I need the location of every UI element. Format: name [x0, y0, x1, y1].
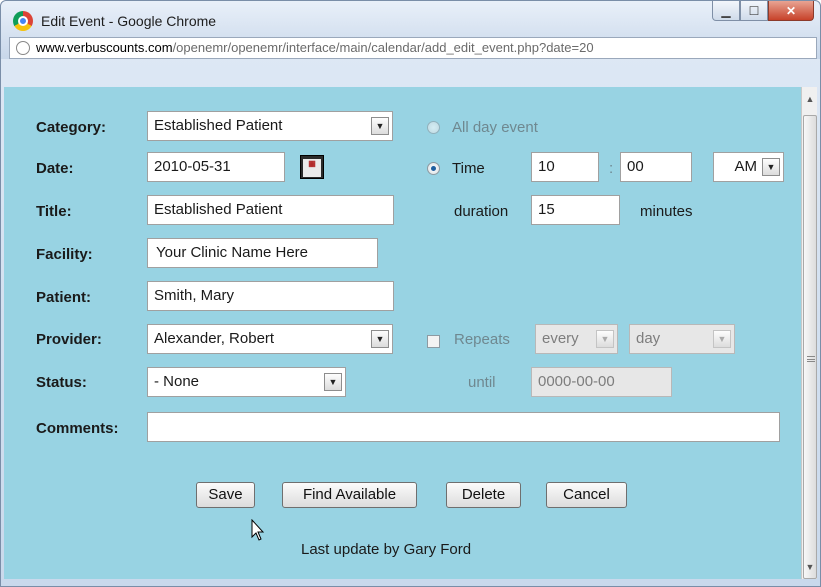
- chevron-down-icon: ▼: [713, 330, 731, 348]
- until-label: until: [468, 374, 496, 391]
- delete-button[interactable]: Delete: [446, 482, 521, 508]
- scroll-down-icon[interactable]: ▼: [802, 559, 818, 575]
- date-field[interactable]: 2010-05-31: [147, 152, 285, 182]
- facility-label: Facility:: [36, 246, 93, 263]
- status-label: Status:: [36, 374, 87, 391]
- duration-label: duration: [454, 203, 509, 220]
- duration-field[interactable]: 15: [531, 195, 620, 225]
- comments-label: Comments:: [36, 420, 119, 437]
- save-button[interactable]: Save: [196, 482, 255, 508]
- repeats-label: Repeats: [454, 331, 510, 348]
- chrome-logo-icon: [13, 11, 33, 31]
- vertical-scrollbar[interactable]: ▲ ▼: [801, 87, 817, 579]
- provider-select[interactable]: Alexander, Robert ▼: [147, 324, 393, 354]
- minimize-button[interactable]: ▁: [712, 1, 740, 21]
- chevron-down-icon: ▼: [324, 373, 342, 391]
- patient-label: Patient:: [36, 289, 92, 306]
- chevron-down-icon: ▼: [371, 330, 389, 348]
- provider-value: Alexander, Robert: [154, 330, 275, 347]
- chevron-down-icon: ▼: [762, 158, 780, 176]
- window-controls: ▁ ☐ ✕: [712, 1, 814, 23]
- last-update-text: Last update by Gary Ford: [301, 541, 472, 558]
- title-field[interactable]: Established Patient: [147, 195, 394, 225]
- category-select[interactable]: Established Patient ▼: [147, 111, 393, 141]
- event-form: Category: Established Patient ▼ All day …: [4, 87, 801, 579]
- date-label: Date:: [36, 160, 74, 177]
- time-separator: :: [609, 160, 614, 177]
- category-label: Category:: [36, 119, 107, 136]
- comments-field[interactable]: [147, 412, 780, 442]
- title-label: Title:: [36, 203, 72, 220]
- patient-field[interactable]: Smith, Mary: [147, 281, 394, 311]
- maximize-button[interactable]: ☐: [740, 1, 768, 21]
- calendar-icon[interactable]: ▦: [300, 155, 324, 179]
- title-bar: Edit Event - Google Chrome ▁ ☐ ✕ www.ver…: [1, 1, 820, 59]
- url-path: /openemr/openemr/interface/main/calendar…: [172, 40, 594, 55]
- address-bar[interactable]: www.verbuscounts.com/openemr/openemr/int…: [9, 37, 817, 59]
- provider-label: Provider:: [36, 331, 102, 348]
- url-host: www.verbuscounts.com: [36, 40, 173, 55]
- window-title: Edit Event - Google Chrome: [41, 13, 217, 29]
- close-button[interactable]: ✕: [768, 1, 814, 21]
- find-available-button[interactable]: Find Available: [282, 482, 417, 508]
- repeats-every-value: every: [542, 330, 579, 347]
- category-value: Established Patient: [154, 117, 283, 134]
- globe-icon: [16, 41, 30, 55]
- cancel-button[interactable]: Cancel: [546, 482, 627, 508]
- repeats-checkbox[interactable]: [427, 335, 440, 348]
- ampm-select[interactable]: AM ▼: [713, 152, 784, 182]
- chevron-down-icon: ▼: [371, 117, 389, 135]
- repeats-unit-select[interactable]: day ▼: [629, 324, 735, 354]
- all-day-label: All day event: [452, 119, 538, 136]
- hour-field[interactable]: 10: [531, 152, 599, 182]
- mouse-pointer-icon: [251, 519, 265, 541]
- repeats-unit-value: day: [636, 330, 661, 347]
- duration-unit: minutes: [640, 203, 693, 220]
- all-day-radio[interactable]: [427, 121, 440, 134]
- minute-field[interactable]: 00: [620, 152, 692, 182]
- status-value: - None: [154, 373, 200, 390]
- ampm-value: AM: [734, 158, 758, 175]
- chevron-down-icon: ▼: [596, 330, 614, 348]
- grip-icon: [807, 356, 815, 362]
- time-label: Time: [452, 160, 485, 177]
- status-select[interactable]: - None ▼: [147, 367, 346, 397]
- scroll-thumb[interactable]: [803, 115, 817, 579]
- facility-field[interactable]: Your Clinic Name Here: [147, 238, 378, 268]
- until-field[interactable]: 0000-00-00: [531, 367, 672, 397]
- repeats-every-select[interactable]: every ▼: [535, 324, 618, 354]
- time-radio[interactable]: [427, 162, 440, 175]
- scroll-up-icon[interactable]: ▲: [802, 91, 818, 107]
